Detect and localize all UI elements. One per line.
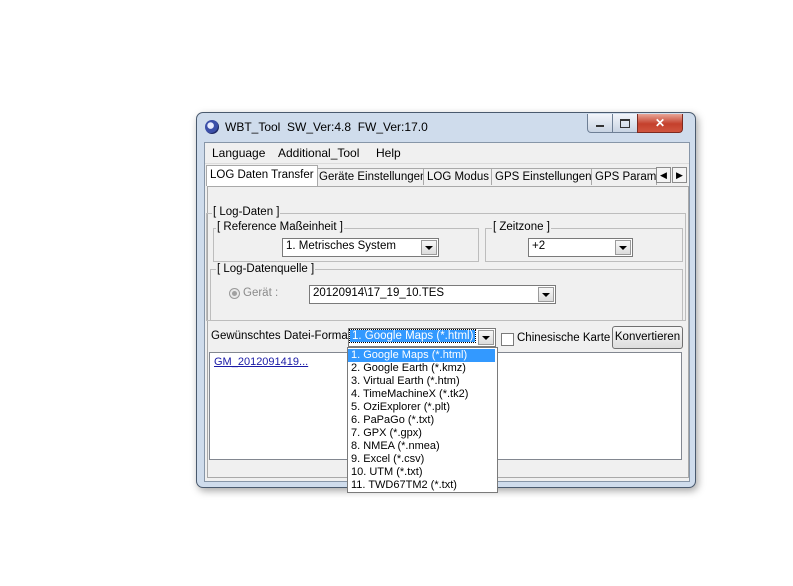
window-title: WBT_Tool SW_Ver:4.8 FW_Ver:17.0 — [225, 120, 428, 134]
maximize-button[interactable] — [612, 114, 638, 133]
timezone-select[interactable]: +2 — [528, 238, 633, 257]
tab-gps-einstellungen[interactable]: GPS Einstellungen — [491, 168, 596, 185]
chinese-map-checkbox[interactable] — [501, 333, 514, 346]
output-file-link[interactable]: GM_2012091419... — [214, 356, 308, 368]
tab-scroll-right-icon[interactable]: ▶ — [672, 167, 687, 183]
chevron-down-icon — [538, 287, 554, 302]
format-option[interactable]: 4. TimeMachineX (*.tk2) — [348, 388, 495, 401]
tab-gps-param[interactable]: GPS Param — [591, 168, 657, 185]
device-file-select[interactable]: 20120914\17_19_10.TES — [309, 285, 556, 304]
device-radio[interactable] — [229, 288, 240, 299]
format-option[interactable]: 10. UTM (*.txt) — [348, 466, 495, 479]
maximize-icon — [620, 118, 630, 128]
unit-select[interactable]: 1. Metrisches System — [282, 238, 439, 257]
convert-button[interactable]: Konvertieren — [612, 326, 683, 349]
source-legend: [ Log-Datenquelle ] — [216, 263, 316, 275]
format-option[interactable]: 6. PaPaGo (*.txt) — [348, 414, 495, 427]
tab-scroll-left-icon[interactable]: ◀ — [656, 167, 671, 183]
tab-strip: LOG Daten Transfer Geräte Einstellungen … — [205, 165, 689, 187]
unit-legend: [ Reference Maßeinheit ] — [216, 221, 344, 233]
title-bar[interactable]: WBT_Tool SW_Ver:4.8 FW_Ver:17.0 ✕ — [197, 113, 695, 141]
menu-help[interactable]: Help — [376, 146, 401, 160]
format-select-value: 1. Google Maps (*.html) — [348, 329, 477, 343]
chinese-map-label: Chinesische Karte — [517, 332, 611, 344]
log-data-legend: [ Log-Daten ] — [212, 206, 281, 218]
format-option[interactable]: 3. Virtual Earth (*.htm) — [348, 375, 495, 388]
device-file-value: 20120914\17_19_10.TES — [313, 287, 445, 299]
tab-log-daten-transfer[interactable]: LOG Daten Transfer — [206, 165, 318, 186]
timezone-legend: [ Zeitzone ] — [492, 221, 551, 233]
tab-log-modus[interactable]: LOG Modus — [423, 168, 493, 185]
format-option[interactable]: 2. Google Earth (*.kmz) — [348, 362, 495, 375]
format-dropdown-list: 1. Google Maps (*.html) 2. Google Earth (… — [347, 347, 498, 493]
menu-language[interactable]: Language — [212, 146, 265, 160]
chevron-down-icon — [421, 240, 437, 255]
close-icon: ✕ — [654, 116, 666, 130]
tab-scroll-buttons: ◀ ▶ — [656, 167, 688, 183]
format-label: Gewünschtes Datei-Format: — [211, 330, 355, 342]
unit-select-value: 1. Metrisches System — [286, 240, 396, 252]
close-button[interactable]: ✕ — [637, 114, 683, 133]
chevron-down-icon — [478, 330, 494, 345]
format-option[interactable]: 1. Google Maps (*.html) — [348, 349, 495, 362]
format-option[interactable]: 5. OziExplorer (*.plt) — [348, 401, 495, 414]
timezone-select-value: +2 — [532, 240, 546, 252]
menu-additional-tool[interactable]: Additional_Tool — [278, 146, 359, 160]
format-option[interactable]: 11. TWD67TM2 (*.txt) — [348, 479, 495, 492]
format-select[interactable]: 1. Google Maps (*.html) — [348, 328, 496, 347]
format-option[interactable]: 8. NMEA (*.nmea) — [348, 440, 495, 453]
app-logo-icon — [205, 120, 219, 134]
device-label: Gerät : — [243, 287, 279, 299]
minimize-button[interactable] — [587, 114, 613, 133]
chevron-down-icon — [615, 240, 631, 255]
minimize-icon — [596, 125, 604, 127]
menu-bar: Language Additional_Tool Help — [205, 143, 689, 164]
format-option[interactable]: 7. GPX (*.gpx) — [348, 427, 495, 440]
format-option[interactable]: 9. Excel (*.csv) — [348, 453, 495, 466]
tab-geraete-einstellungen[interactable]: Geräte Einstellungen — [315, 168, 431, 185]
